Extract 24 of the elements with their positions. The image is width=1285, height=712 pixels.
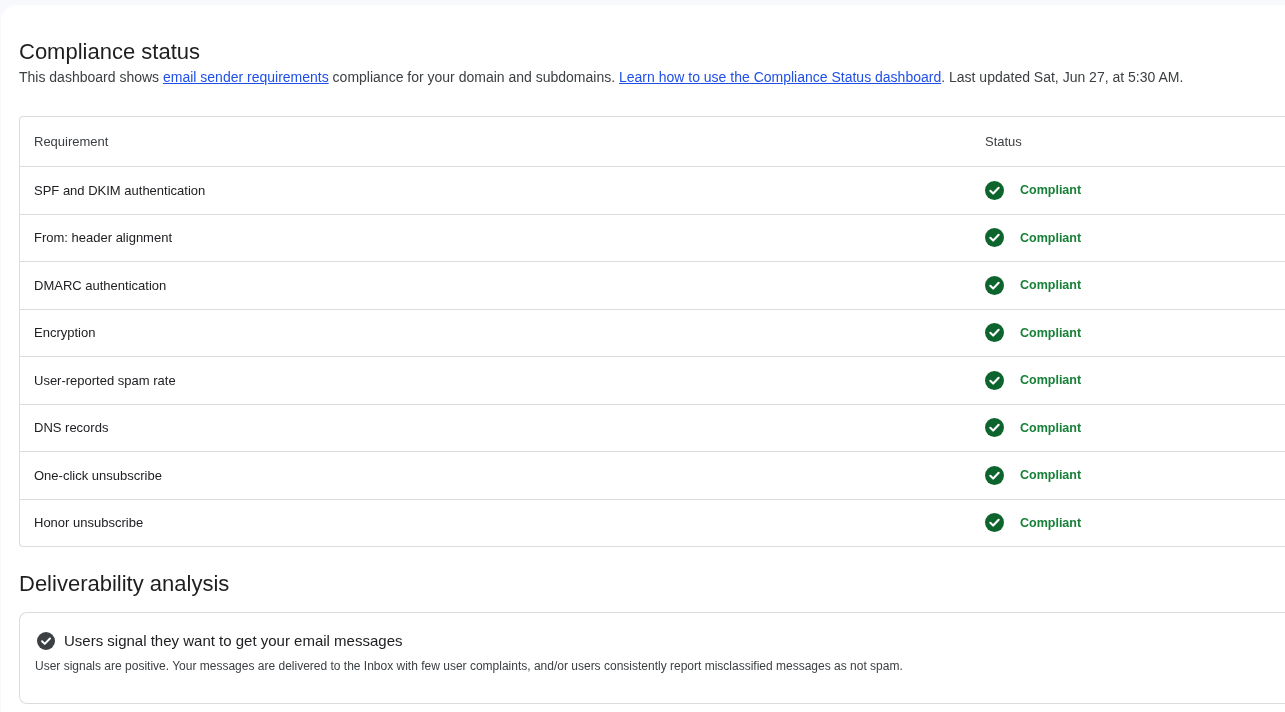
status-label: Compliant	[1020, 468, 1082, 483]
status-label: Compliant	[1020, 420, 1082, 435]
table-cell: DNS records	[34, 420, 109, 436]
status-label: Compliant	[1020, 515, 1082, 530]
table-cell: DMARC authentication	[34, 277, 167, 293]
column-header: Requirement	[34, 134, 109, 149]
status-label: Compliant	[1020, 278, 1082, 293]
table-cell: From: header alignment	[34, 230, 172, 246]
column-header: Status	[985, 134, 1022, 149]
table-cell: User-reported spam rate	[34, 372, 176, 388]
status-label: Compliant	[1020, 325, 1082, 340]
status-label: Compliant	[1020, 230, 1082, 245]
table-cell: Encryption	[34, 325, 96, 341]
table-cell: Honor unsubscribe	[34, 515, 144, 531]
card-title: Users signal they want to get your email messages	[64, 631, 403, 651]
status-label: Compliant	[1020, 373, 1082, 388]
description-text: This dashboard shows email sender requirements compliance for your domain and subdomains. Learn how to use the Compliance Status dashboard. Last updated Sat, Jun 27, at 5:30 AM.	[19, 68, 1185, 87]
table-cell: One-click unsubscribe	[34, 467, 162, 483]
text-link[interactable]: email sender requirements	[162, 69, 329, 85]
section-title: Compliance status	[19, 38, 201, 66]
card-description: User signals are positive. Your messages are delivered to the Inbox with few user complaints, and/or users consistently report misclassified messages as not spam.	[35, 658, 904, 675]
table-cell: SPF and DKIM authentication	[34, 182, 206, 198]
status-label: Compliant	[1020, 183, 1082, 198]
section-title: Deliverability analysis	[19, 570, 231, 598]
